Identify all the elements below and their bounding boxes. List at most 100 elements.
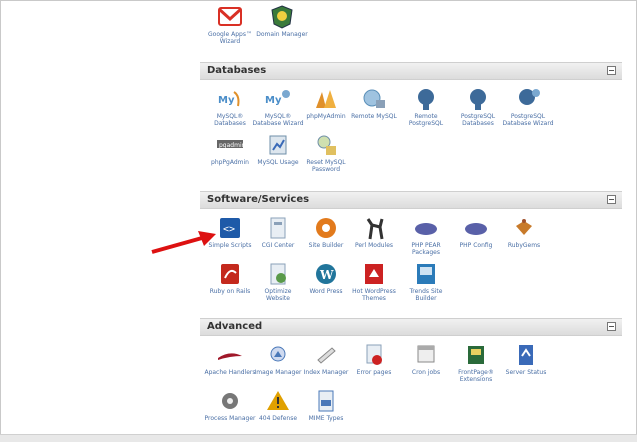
remote-postgresql-icon: [418, 89, 434, 110]
apache-handlers-tile[interactable]: Apache Handlers: [204, 342, 256, 376]
server-status-icon: [519, 345, 533, 365]
site-builder-icon: [316, 218, 336, 238]
horizontal-scrollbar[interactable]: [0, 434, 637, 442]
domain-manager-tile[interactable]: Domain Manager: [256, 4, 308, 38]
tile-label: MySQL Usage: [257, 159, 299, 166]
tile-label: Cron jobs: [411, 369, 441, 376]
section-title: Software/Services: [207, 194, 310, 205]
error-pages-tile[interactable]: Error pages: [348, 342, 400, 376]
index-manager-tile[interactable]: Index Manager: [300, 342, 352, 376]
tile-label: Error pages: [356, 369, 392, 376]
red-arrow-icon: [151, 231, 216, 254]
trends-site-builder-tile[interactable]: Trends Site Builder: [400, 261, 452, 302]
tile-label: Apache Handlers: [204, 369, 256, 376]
mysql-usage-tile[interactable]: MySQL Usage: [252, 132, 304, 166]
frontpage-extensions-tile[interactable]: FrontPage® Extensions: [450, 342, 502, 383]
software-services-section: Software/Services <> Simple Scripts CGI …: [200, 191, 622, 313]
server-status-tile[interactable]: Server Status: [500, 342, 552, 376]
postgresql-databases-tile[interactable]: PostgreSQL Databases: [452, 86, 504, 127]
tile-label: PostgreSQL Database Wizard: [502, 113, 554, 127]
reset-mysql-password-icon: [317, 135, 336, 155]
collapse-button[interactable]: [607, 195, 616, 204]
remote-mysql-icon: [363, 89, 385, 108]
postgresql-wizard-tile[interactable]: PostgreSQL Database Wizard: [502, 86, 554, 127]
process-manager-tile[interactable]: Process Manager: [204, 388, 256, 422]
trends-site-builder-icon: [417, 264, 435, 284]
mime-types-tile[interactable]: MIME Types: [300, 388, 352, 422]
optimize-website-icon: [270, 263, 286, 285]
postgresql-wizard-icon: [519, 89, 540, 105]
defense-404-icon: [267, 391, 289, 410]
perl-modules-icon: [366, 218, 384, 240]
perl-modules-tile[interactable]: Perl Modules: [348, 215, 400, 249]
php-pear-tile[interactable]: PHP PEAR Packages: [400, 215, 452, 256]
php-config-tile[interactable]: PHP Config: [450, 215, 502, 249]
icon-grid: <> Simple Scripts CGI Center Site Builde…: [200, 209, 622, 302]
optimize-website-tile[interactable]: Optimize Website: [252, 261, 304, 302]
mime-types-icon: [318, 390, 334, 412]
tile-label: Image Manager: [254, 369, 302, 376]
tile-label: Hot WordPress Themes: [352, 288, 396, 302]
tile-label: MIME Types: [308, 415, 344, 422]
section-title: Databases: [207, 65, 267, 76]
cgi-center-icon: [270, 217, 286, 239]
svg-text:My: My: [265, 95, 282, 106]
wordpress-themes-icon: [365, 264, 383, 284]
phpmyadmin-icon: [316, 90, 336, 108]
section-header[interactable]: Advanced: [200, 318, 622, 336]
frontpage-icon: [468, 346, 484, 364]
tile-label: PHP Config: [459, 242, 493, 249]
mysql-wizard-tile[interactable]: My MySQL® Database Wizard: [252, 86, 304, 127]
reset-mysql-password-tile[interactable]: Reset MySQL Password: [300, 132, 352, 173]
svg-text:<>: <>: [223, 224, 235, 235]
tile-label: 404 Defense: [258, 415, 298, 422]
tile-label: FrontPage® Extensions: [458, 369, 494, 383]
wordpress-tile[interactable]: W Word Press: [300, 261, 352, 295]
domain-manager-icon: [271, 5, 293, 29]
collapse-button[interactable]: [607, 322, 616, 331]
gmail-icon: [217, 7, 243, 26]
tile-label: Domain Manager: [256, 31, 308, 38]
tile-label: RubyGems: [507, 242, 541, 249]
ruby-on-rails-tile[interactable]: Ruby on Rails: [204, 261, 256, 295]
phppgadmin-tile[interactable]: pgadmin phpPgAdmin: [204, 132, 256, 166]
top-icon-row: Google Apps™ Wizard Domain Manager: [200, 0, 622, 56]
cron-jobs-icon: [417, 345, 435, 363]
tile-label: Optimize Website: [264, 288, 292, 302]
section-title: Advanced: [207, 321, 263, 332]
mysql-icon: My: [218, 91, 240, 107]
postgresql-icon: [470, 89, 486, 110]
section-header[interactable]: Software/Services: [200, 191, 622, 209]
hot-wordpress-themes-tile[interactable]: Hot WordPress Themes: [348, 261, 400, 302]
mysql-wizard-icon: My: [265, 90, 290, 106]
remote-mysql-tile[interactable]: Remote MySQL: [348, 86, 400, 120]
tile-label: MySQL® Database Wizard: [252, 113, 304, 127]
tile-label: Word Press: [309, 288, 343, 295]
databases-section: Databases My MySQL® Databases My MySQL® …: [200, 62, 622, 184]
cron-jobs-tile[interactable]: Cron jobs: [400, 342, 452, 376]
cgi-center-tile[interactable]: CGI Center: [252, 215, 304, 249]
tile-label: Index Manager: [303, 369, 349, 376]
tile-label: MySQL® Databases: [214, 113, 246, 127]
tile-label: Site Builder: [308, 242, 344, 249]
index-manager-icon: [317, 347, 336, 364]
simple-scripts-icon: <>: [220, 218, 240, 238]
tile-label: Remote PostgreSQL: [408, 113, 444, 127]
mysql-usage-icon: [269, 135, 287, 155]
remote-postgresql-tile[interactable]: Remote PostgreSQL: [400, 86, 452, 127]
rubygems-tile[interactable]: RubyGems: [498, 215, 550, 249]
ruby-on-rails-icon: [221, 264, 239, 284]
phpmyadmin-tile[interactable]: phpMyAdmin: [300, 86, 352, 120]
site-builder-tile[interactable]: Site Builder: [300, 215, 352, 249]
phppgadmin-icon: pgadmin: [217, 140, 244, 149]
section-header[interactable]: Databases: [200, 62, 622, 80]
advanced-section: Advanced Apache Handlers Image Manager I…: [200, 318, 622, 436]
tile-label: phpMyAdmin: [306, 113, 346, 120]
collapse-button[interactable]: [607, 66, 616, 75]
tile-label: phpPgAdmin: [211, 159, 249, 166]
tile-label: CGI Center: [261, 242, 295, 249]
mysql-databases-tile[interactable]: My MySQL® Databases: [204, 86, 256, 127]
defense-404-tile[interactable]: 404 Defense: [252, 388, 304, 422]
image-manager-tile[interactable]: Image Manager: [252, 342, 304, 376]
google-apps-wizard-tile[interactable]: Google Apps™ Wizard: [204, 4, 256, 45]
